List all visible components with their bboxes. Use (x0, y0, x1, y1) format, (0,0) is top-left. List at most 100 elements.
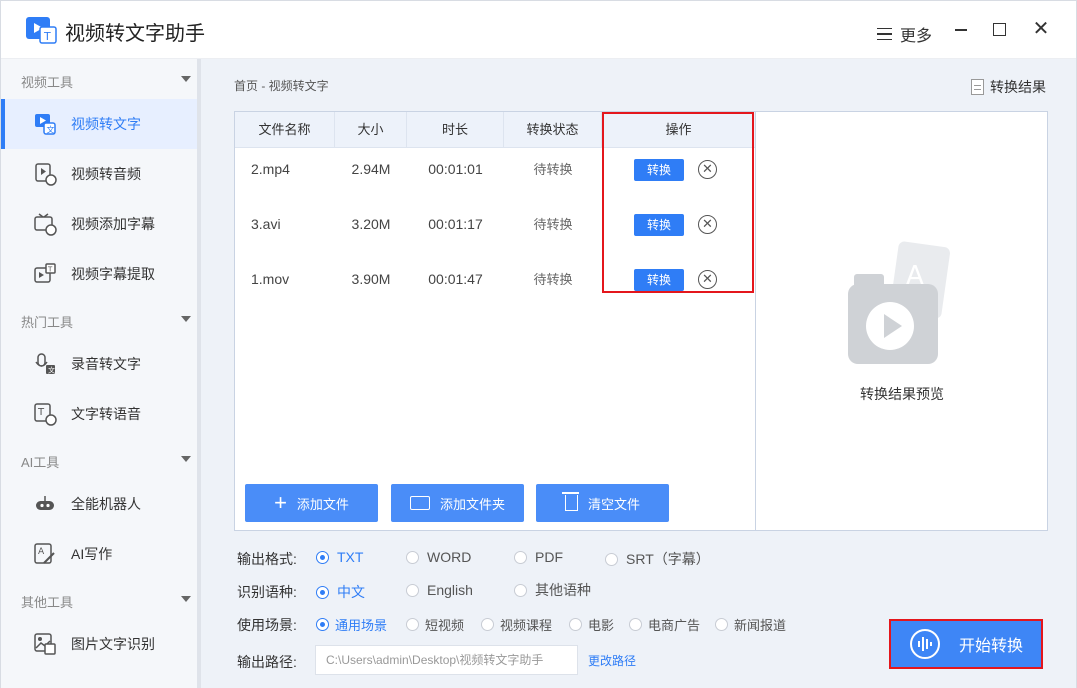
breadcrumb: 首页 - 视频转文字 (234, 79, 329, 93)
main-area: 首页 - 视频转文字 转换结果 文件名称 大小 时长 转换状态 操作 2.mp4… (201, 59, 1076, 688)
sidebar-item-label: 录音转文字 (71, 356, 141, 372)
sidebar-item-label: 文字转语音 (71, 406, 141, 422)
plus-icon: + (274, 490, 287, 515)
sidebar-item-video-to-audio[interactable]: 视频转音频 (1, 149, 197, 199)
format-option-srt[interactable]: SRT（字幕） (605, 549, 710, 569)
format-option-word[interactable]: WORD (406, 549, 471, 565)
trash-icon (561, 492, 579, 511)
output-path-field[interactable]: C:\Users\admin\Desktop\视频转文字助手 (315, 645, 578, 675)
svg-text:A: A (38, 547, 45, 557)
start-convert-button[interactable]: 开始转换 (889, 619, 1043, 669)
radio-icon (406, 583, 419, 597)
file-name: 2.mp4 (251, 161, 290, 177)
convert-button[interactable]: 转换 (634, 214, 684, 236)
radio-icon (481, 618, 494, 631)
sidebar-item-video-to-text[interactable]: 文 视频转文字 (1, 99, 197, 149)
tv-subtitle-icon (34, 213, 57, 236)
language-option-other[interactable]: 其他语种 (514, 580, 591, 600)
file-duration: 00:01:01 (428, 161, 483, 177)
convert-button[interactable]: 转换 (634, 159, 684, 181)
file-size: 2.94M (351, 161, 391, 177)
clear-files-label: 清空文件 (587, 496, 640, 512)
more-menu-button[interactable]: 更多 (877, 22, 932, 46)
clear-files-button[interactable]: 清空文件 (536, 484, 669, 522)
sidebar-item-label: 图片文字识别 (71, 636, 155, 652)
sidebar-item-audio-to-text[interactable]: 文 录音转文字 (1, 339, 197, 389)
sidebar-item-extract-subtitles[interactable]: T 视频字幕提取 (1, 249, 197, 299)
file-duration: 00:01:17 (428, 216, 483, 232)
maximize-button[interactable] (989, 19, 1009, 39)
menu-icon (877, 27, 892, 41)
minimize-button[interactable] (951, 19, 971, 39)
section-title-video: 视频工具 (21, 75, 74, 90)
sidebar-item-label: 全能机器人 (71, 496, 141, 512)
svg-text:T: T (37, 407, 45, 418)
scene-label: 使用场景: (237, 617, 297, 633)
language-option-chinese[interactable]: 中文 (316, 582, 365, 602)
close-button[interactable]: ✕ (1031, 19, 1051, 39)
option-label: 新闻报道 (734, 618, 787, 633)
collapse-arrow-icon[interactable] (181, 456, 191, 462)
radio-icon (406, 550, 419, 564)
robot-icon (36, 496, 54, 510)
file-status: 待转换 (533, 217, 573, 232)
scene-option-ecommerce[interactable]: 电商广告 (629, 615, 700, 634)
sidebar-item-robot[interactable]: 全能机器人 (1, 479, 197, 529)
radio-icon (514, 550, 527, 564)
option-label: 短视频 (425, 618, 465, 633)
add-file-button[interactable]: + 添加文件 (245, 484, 378, 522)
option-label: English (427, 582, 473, 598)
option-label: 电商广告 (648, 618, 701, 633)
option-label: WORD (427, 549, 472, 565)
format-option-txt[interactable]: TXT (316, 549, 363, 565)
sidebar-item-ai-writing[interactable]: A AI写作 (1, 529, 197, 579)
table-row: 2.mp4 2.94M 00:01:01 待转换 转换 ✕ (235, 142, 755, 197)
preview-panel: A 转换结果预览 (756, 111, 1048, 531)
radio-icon (316, 618, 329, 631)
language-option-english[interactable]: English (406, 582, 473, 598)
remove-icon[interactable]: ✕ (698, 160, 717, 179)
video-to-audio-icon (35, 163, 57, 186)
scene-option-general[interactable]: 通用场景 (316, 615, 387, 634)
file-table: 文件名称 大小 时长 转换状态 操作 2.mp4 2.94M 00:01:01 … (234, 111, 756, 531)
file-status: 待转换 (533, 272, 573, 287)
conversion-result-link[interactable]: 转换结果 (971, 77, 1046, 97)
scene-option-course[interactable]: 视频课程 (481, 615, 552, 634)
convert-button[interactable]: 转换 (634, 269, 684, 291)
format-option-pdf[interactable]: PDF (514, 549, 563, 565)
scene-option-short-video[interactable]: 短视频 (406, 615, 464, 634)
remove-icon[interactable]: ✕ (698, 270, 717, 289)
remove-icon[interactable]: ✕ (698, 215, 717, 234)
scene-option-movie[interactable]: 电影 (569, 615, 614, 634)
change-path-link[interactable]: 更改路径 (588, 652, 636, 669)
video-to-text-icon: 文 (35, 114, 56, 135)
file-duration: 00:01:47 (428, 271, 483, 287)
more-label: 更多 (900, 28, 933, 45)
ai-writing-icon: A (34, 543, 55, 564)
microphone-icon: 文 (35, 353, 55, 375)
sidebar-item-image-ocr[interactable]: 图片文字识别 (1, 619, 197, 669)
sidebar-item-add-subtitles[interactable]: 视频添加字幕 (1, 199, 197, 249)
collapse-arrow-icon[interactable] (181, 316, 191, 322)
collapse-arrow-icon[interactable] (181, 596, 191, 602)
option-label: 中文 (337, 584, 365, 600)
sidebar-item-text-to-speech[interactable]: T 文字转语音 (1, 389, 197, 439)
add-file-label: 添加文件 (296, 496, 349, 512)
option-label: 视频课程 (500, 618, 553, 633)
scene-option-news[interactable]: 新闻报道 (715, 615, 786, 634)
svg-text:文: 文 (47, 125, 55, 135)
format-label: 输出格式: (237, 551, 297, 567)
add-folder-button[interactable]: 添加文件夹 (391, 484, 524, 522)
option-label: TXT (337, 549, 364, 565)
document-icon (971, 79, 984, 95)
sidebar-item-label: 视频转音频 (71, 166, 141, 182)
add-folder-label: 添加文件夹 (439, 496, 505, 512)
subtitle-extract-icon: T (34, 263, 56, 283)
radio-icon (406, 618, 419, 631)
collapse-arrow-icon[interactable] (181, 76, 191, 82)
preview-label: 转换结果预览 (860, 386, 944, 402)
folder-icon (409, 496, 430, 510)
app-logo-icon: T (26, 17, 57, 44)
section-title-hot: 热门工具 (21, 315, 74, 330)
option-label: 电影 (588, 618, 615, 633)
